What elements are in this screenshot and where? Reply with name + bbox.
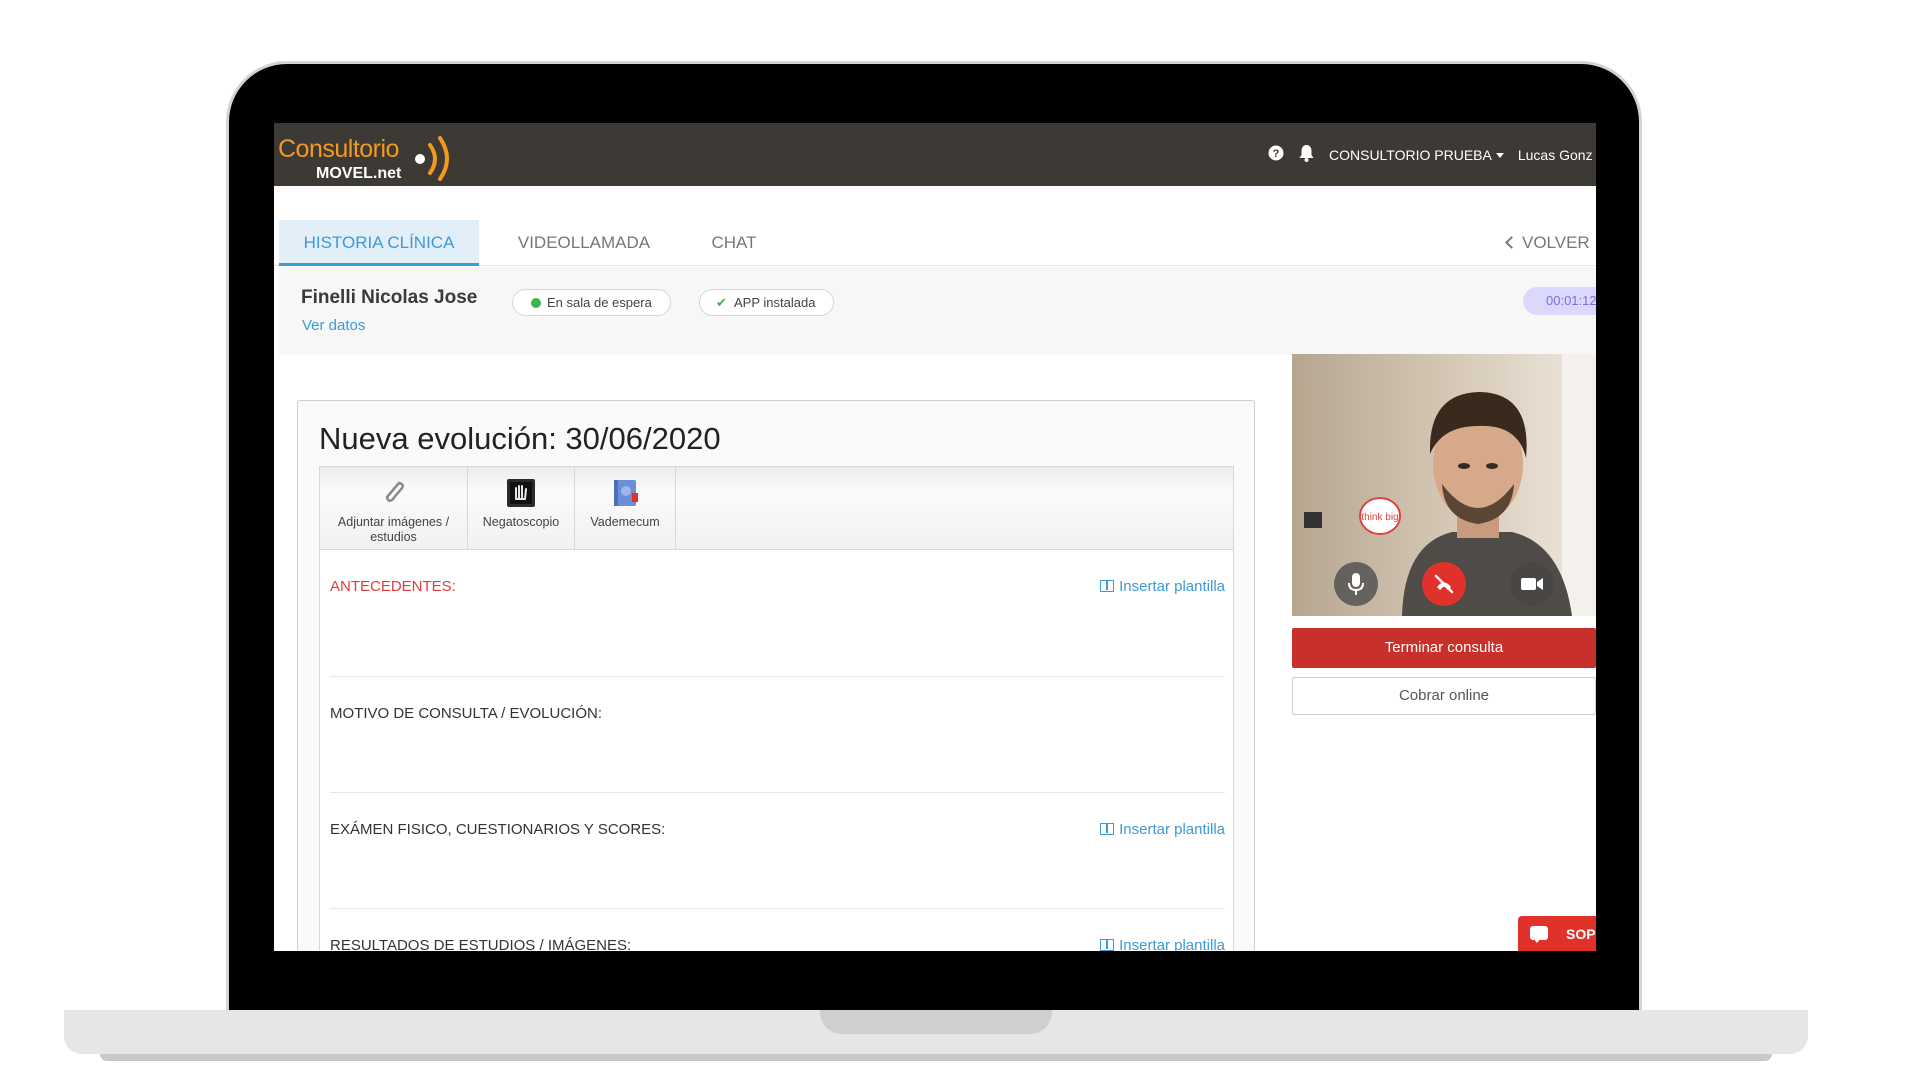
insert-template-link[interactable]: Insertar plantilla [1100, 937, 1225, 951]
laptop-base-shadow [100, 1054, 1772, 1061]
section-resultados[interactable]: RESULTADOS DE ESTUDIOS / IMÁGENES: Inser… [330, 909, 1225, 951]
patient-header: Finelli Nicolas Jose Ver datos En sala d… [279, 267, 1596, 355]
main-tabs: HISTORIA CLÍNICA VIDEOLLAMADA CHAT VOLVE… [274, 220, 1596, 266]
status-badge-waiting: En sala de espera [512, 289, 671, 316]
insert-template-label: Insertar plantilla [1119, 821, 1225, 838]
evolution-title: Nueva evolución: 30/06/2020 [319, 421, 721, 456]
user-name[interactable]: Lucas Gonz [1518, 147, 1593, 163]
negatoscopio-button[interactable]: Negatoscopio [468, 467, 575, 549]
camera-toggle-button[interactable] [1510, 562, 1554, 606]
book-icon [614, 480, 638, 506]
charge-online-button[interactable]: Cobrar online [1292, 677, 1596, 715]
evolution-panel: Nueva evolución: 30/06/2020 Adjuntar imá… [297, 400, 1255, 951]
paperclip-icon [385, 481, 404, 502]
back-button[interactable]: VOLVER [1505, 220, 1590, 266]
editor-toolbar: Adjuntar imágenes / estudios Negatoscopi… [319, 466, 1234, 550]
back-label: VOLVER [1522, 233, 1590, 252]
section-antecedentes-label: ANTECEDENTES: [330, 578, 456, 595]
vademecum-label: Vademecum [590, 515, 660, 529]
logo-main-text: Consultorio [278, 135, 399, 163]
tab-historia-clinica[interactable]: HISTORIA CLÍNICA [279, 220, 479, 266]
status-app-label: APP instalada [734, 295, 816, 310]
section-resultados-label: RESULTADOS DE ESTUDIOS / IMÁGENES: [330, 937, 632, 951]
call-timer: 00:01:12 [1523, 287, 1596, 315]
hang-up-button[interactable] [1422, 562, 1466, 606]
attach-images-button[interactable]: Adjuntar imágenes / estudios [320, 467, 468, 549]
attach-images-label: Adjuntar imágenes / estudios [337, 515, 450, 544]
insert-template-label: Insertar plantilla [1119, 937, 1225, 951]
view-patient-data-link[interactable]: Ver datos [302, 317, 365, 334]
section-examen-fisico[interactable]: EXÁMEN FISICO, CUESTIONARIOS Y SCORES: I… [330, 793, 1225, 909]
laptop-notch [820, 1010, 1052, 1034]
microphone-icon [1348, 573, 1364, 595]
signal-waves-icon [415, 136, 449, 181]
topbar-actions: ? CONSULTORIO PRUEBA Lucas Gonz [1268, 123, 1593, 186]
svg-text:think big: think big [1361, 512, 1398, 523]
section-motivo-label: MOTIVO DE CONSULTA / EVOLUCIÓN: [330, 705, 602, 722]
insert-template-link[interactable]: Insertar plantilla [1100, 578, 1225, 595]
tab-chat[interactable]: CHAT [684, 220, 784, 266]
section-motivo-consulta[interactable]: MOTIVO DE CONSULTA / EVOLUCIÓN: [330, 677, 1225, 793]
insert-template-label: Insertar plantilla [1119, 578, 1225, 595]
end-consultation-button[interactable]: Terminar consulta [1292, 628, 1596, 668]
bell-icon[interactable] [1298, 144, 1315, 165]
status-dot-icon [531, 298, 541, 308]
app-screen: Consultorio MOVEL.net ? CONSULTORIO PRUE… [274, 123, 1596, 951]
template-book-icon [1100, 580, 1115, 592]
tab-videollamada[interactable]: VIDEOLLAMADA [499, 220, 669, 266]
status-waiting-label: En sala de espera [547, 295, 652, 310]
chevron-left-icon [1505, 236, 1518, 249]
section-examen-label: EXÁMEN FISICO, CUESTIONARIOS Y SCORES: [330, 821, 666, 838]
negatoscopio-label: Negatoscopio [482, 515, 560, 529]
workspace-dropdown[interactable]: CONSULTORIO PRUEBA [1329, 147, 1504, 163]
support-label: SOP [1566, 926, 1596, 942]
chevron-down-icon [1495, 153, 1504, 159]
patient-name: Finelli Nicolas Jose [301, 287, 478, 308]
phone-hangup-icon [1434, 574, 1454, 594]
question-circle-icon[interactable]: ? [1268, 145, 1284, 164]
camera-icon [1521, 578, 1543, 590]
checkmark-icon: ✔ [716, 295, 727, 310]
template-book-icon [1100, 939, 1115, 951]
xray-icon [507, 479, 535, 507]
logo-sub-text: MOVEL.net [316, 165, 402, 182]
support-button[interactable]: SOP [1518, 916, 1596, 951]
workspace-label: CONSULTORIO PRUEBA [1329, 146, 1492, 163]
top-bar: Consultorio MOVEL.net ? CONSULTORIO PRUE… [274, 123, 1596, 186]
mute-mic-button[interactable] [1334, 562, 1378, 606]
vademecum-button[interactable]: Vademecum [575, 467, 676, 549]
template-book-icon [1100, 823, 1115, 835]
svg-text:?: ? [1273, 148, 1280, 160]
evolution-editor[interactable]: ANTECEDENTES: Insertar plantilla MOTIVO … [319, 550, 1234, 951]
status-badge-app: ✔ APP instalada [699, 289, 835, 316]
chat-bubble-icon [1530, 926, 1548, 943]
section-antecedentes[interactable]: ANTECEDENTES: Insertar plantilla [330, 550, 1225, 677]
video-feed: think big [1292, 354, 1596, 616]
insert-template-link[interactable]: Insertar plantilla [1100, 821, 1225, 838]
